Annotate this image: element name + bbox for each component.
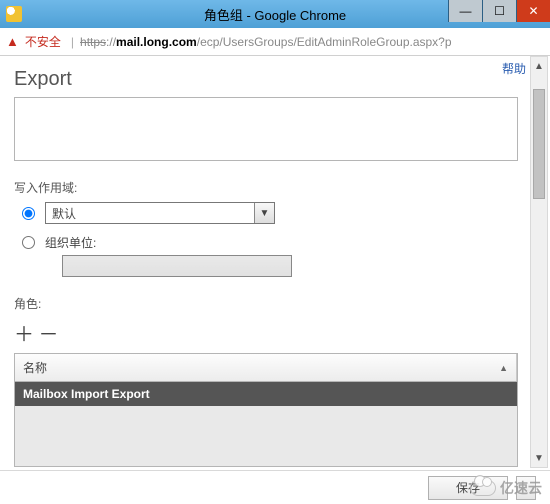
watermark-text: 亿速云 bbox=[500, 478, 542, 498]
scroll-down-icon[interactable]: ▼ bbox=[531, 449, 547, 467]
description-textarea[interactable] bbox=[14, 97, 518, 161]
write-scope-label: 写入作用域: bbox=[14, 179, 524, 196]
scope-default-radio[interactable] bbox=[22, 207, 35, 220]
roles-grid: 名称 ▲ Mailbox Import Export bbox=[14, 353, 518, 467]
roles-row[interactable]: Mailbox Import Export bbox=[15, 382, 517, 406]
scroll-track[interactable] bbox=[531, 75, 547, 449]
addressbar-separator: | bbox=[71, 35, 74, 49]
scope-ou-label: 组织单位: bbox=[45, 234, 96, 251]
insecure-label: 不安全 bbox=[25, 33, 61, 50]
scope-default-combo[interactable]: 默认 ▼ bbox=[45, 202, 275, 224]
url-scheme: https bbox=[80, 35, 106, 49]
url-path: /ecp/UsersGroups/EditAdminRoleGroup.aspx… bbox=[197, 35, 452, 49]
window-maximize-button[interactable]: ☐ bbox=[482, 0, 516, 22]
insecure-warning-icon: ▲ bbox=[6, 34, 19, 49]
window-close-button[interactable]: ✕ bbox=[516, 0, 550, 22]
roles-row-name: Mailbox Import Export bbox=[23, 387, 150, 401]
roles-remove-button[interactable]: － bbox=[38, 318, 58, 347]
address-bar[interactable]: ▲ 不安全 | https :// mail.long.com /ecp/Use… bbox=[0, 28, 550, 56]
dialog-footer: 保存 bbox=[0, 470, 550, 504]
vertical-scrollbar[interactable]: ▲ ▼ bbox=[530, 56, 548, 468]
scope-ou-radio[interactable] bbox=[22, 236, 35, 249]
page-content: Export 写入作用域: 默认 ▼ 组织单位: 角色: ＋ － 名称 ▲ Ma… bbox=[8, 56, 524, 468]
window-titlebar: 角色组 - Google Chrome — ☐ ✕ bbox=[0, 0, 550, 28]
roles-grid-header: 名称 ▲ bbox=[15, 354, 517, 382]
page-title: Export bbox=[14, 68, 524, 91]
scope-default-value: 默认 bbox=[46, 205, 254, 222]
roles-add-button[interactable]: ＋ bbox=[14, 318, 34, 347]
cloud-icon bbox=[470, 480, 496, 496]
watermark: 亿速云 bbox=[470, 478, 542, 498]
window-title: 角色组 - Google Chrome bbox=[204, 5, 346, 24]
combo-dropdown-button[interactable]: ▼ bbox=[254, 203, 274, 223]
window-minimize-button[interactable]: — bbox=[448, 0, 482, 22]
scope-default-row[interactable]: 默认 ▼ bbox=[22, 202, 524, 224]
roles-label: 角色: bbox=[14, 295, 524, 312]
scroll-up-icon[interactable]: ▲ bbox=[531, 57, 547, 75]
url-scheme-sep: :// bbox=[106, 35, 116, 49]
sort-icon: ▲ bbox=[499, 363, 508, 373]
scope-ou-row[interactable]: 组织单位: bbox=[22, 234, 524, 251]
window-controls: — ☐ ✕ bbox=[448, 0, 550, 22]
roles-grid-body bbox=[15, 406, 517, 466]
window-favicon bbox=[6, 6, 22, 22]
url-host: mail.long.com bbox=[116, 35, 197, 49]
roles-header-name[interactable]: 名称 ▲ bbox=[15, 354, 517, 381]
scroll-thumb[interactable] bbox=[533, 89, 545, 199]
scope-ou-input[interactable] bbox=[62, 255, 292, 277]
